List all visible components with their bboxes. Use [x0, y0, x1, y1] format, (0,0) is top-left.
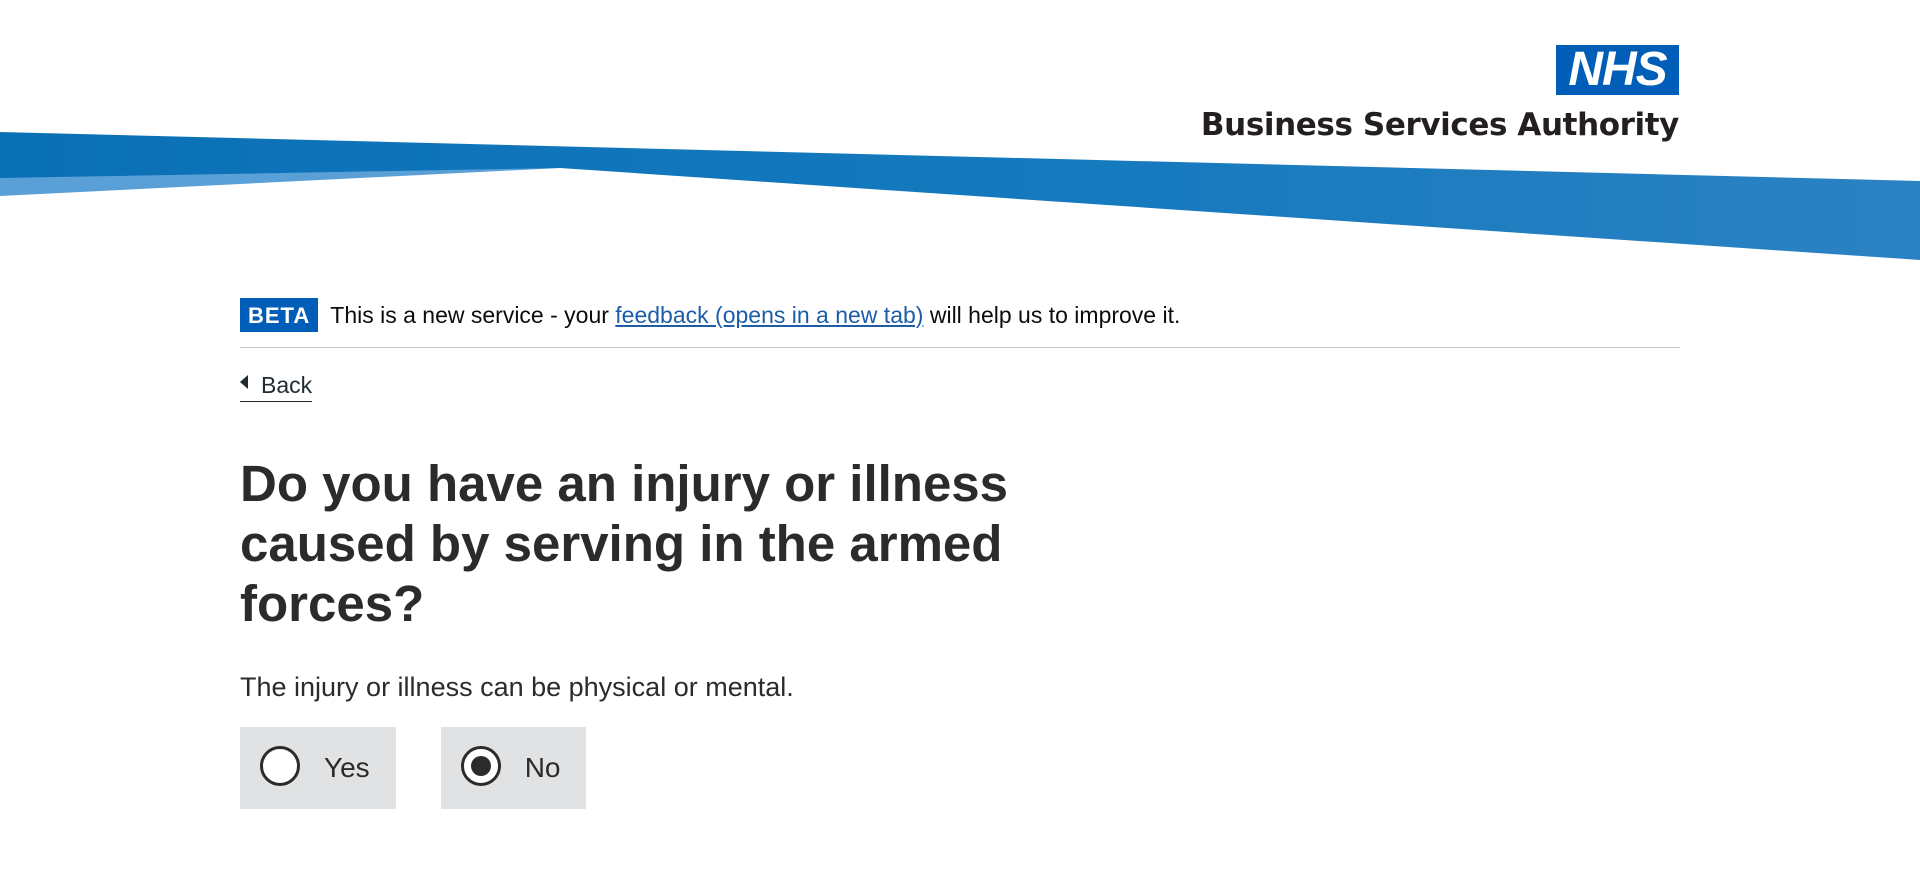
question-hint: The injury or illness can be physical or… [240, 672, 794, 702]
radio-button-no[interactable] [460, 746, 501, 786]
radio-option-no[interactable]: No [440, 727, 587, 809]
chevron-left-icon [240, 374, 248, 389]
site-header: NHS Business Services Authority [0, 0, 1920, 270]
phase-banner-text: This is a new service - your feedback (o… [330, 301, 1181, 328]
phase-banner: BETA This is a new service - your feedba… [240, 298, 1680, 348]
main-content: BETA This is a new service - your feedba… [240, 298, 1680, 809]
radio-button-yes[interactable] [260, 746, 300, 786]
feedback-link[interactable]: feedback (opens in a new tab) [615, 302, 923, 328]
radio-group: Yes No [240, 727, 1680, 809]
radio-label-yes: Yes [324, 752, 370, 783]
page-heading: Do you have an injury or illness caused … [240, 455, 1009, 632]
org-name: Business Services Authority [1200, 107, 1679, 143]
radio-option-yes[interactable]: Yes [240, 727, 396, 809]
nhsbsa-logo[interactable]: NHS Business Services Authority [1201, 45, 1679, 145]
nhs-logo-mark: NHS [1556, 45, 1679, 95]
beta-tag: BETA [240, 298, 319, 332]
back-link[interactable]: Back [240, 372, 313, 402]
radio-label-no: No [524, 752, 561, 783]
